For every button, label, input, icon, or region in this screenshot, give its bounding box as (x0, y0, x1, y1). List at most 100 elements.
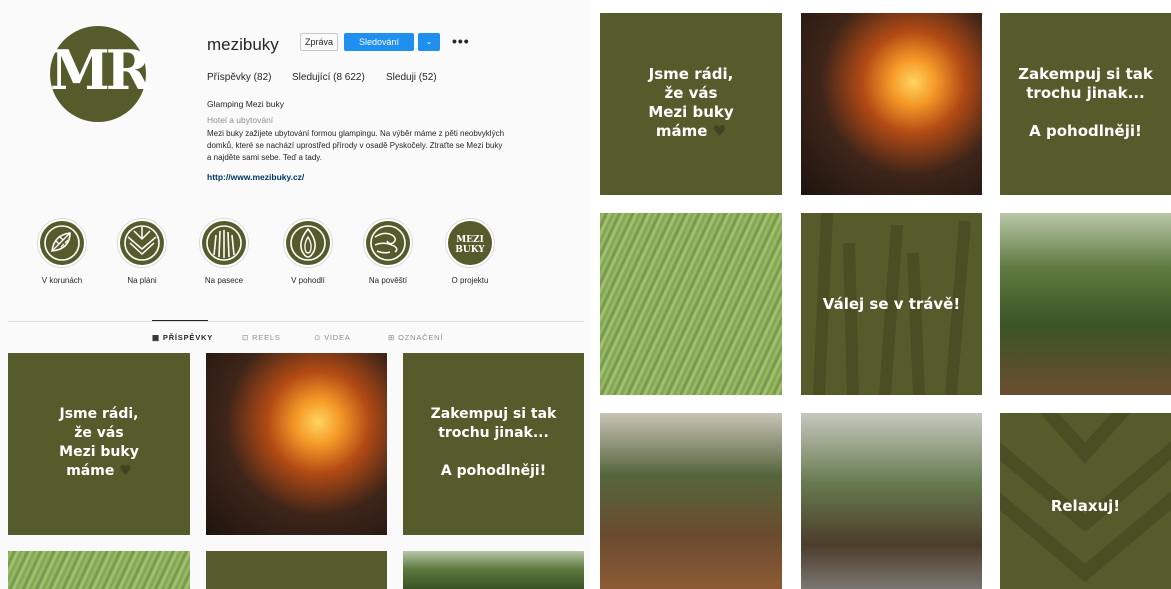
profile-screenshot-panel: MR mezibuky Zpráva Sledování ⌄ ••• Přísp… (0, 0, 590, 589)
caption-line: Mezi buky (59, 444, 139, 460)
tab-posts[interactable]: ▦ PŘÍSPĚVKY (152, 333, 213, 342)
avatar-monogram: MR (50, 38, 151, 102)
highlight-ring (363, 218, 413, 268)
tab-label: REELS (252, 333, 281, 342)
tab-label: VIDEA (324, 333, 351, 342)
highlight-ring (283, 218, 333, 268)
bio-line: domků, které se nachází uprostřed přírod… (207, 141, 503, 150)
highlight-o-projektu[interactable]: MEZI BUKY O projektu (430, 218, 510, 285)
caption-line: Zakempuj si tak (430, 406, 557, 422)
highlight-ring (117, 218, 167, 268)
post-campfire-photo-large[interactable] (801, 13, 982, 195)
caption-line: Mezi buky (648, 103, 734, 121)
post-caption: Zakempuj si tak trochu jinak... A pohodl… (1000, 65, 1171, 141)
followers-count[interactable]: Sledující (8 622) (292, 72, 365, 83)
highlight-label: O projektu (451, 276, 489, 285)
highlight-na-povestri[interactable]: Na pověští (348, 218, 428, 285)
bio-website-link[interactable]: http://www.mezibuky.cz/ (207, 172, 304, 182)
caption-line: trochu jinak... (438, 425, 549, 441)
tabs-divider (8, 321, 584, 322)
caption-line: trochu jinak... (1026, 84, 1145, 102)
highlight-v-korunach[interactable]: V korunách (22, 218, 102, 285)
tab-reels[interactable]: ⊡ REELS (242, 333, 281, 342)
bio-line: a najděte sami sebe. Teď a tady. (207, 153, 322, 162)
grid-icon: ▦ (152, 333, 160, 342)
tab-label: OZNAČENÍ (398, 333, 444, 342)
caption-line: že vás (664, 84, 718, 102)
tag-icon: ⊞ (388, 333, 396, 342)
chevron-pattern-icon (120, 221, 164, 265)
post-caption: Zakempuj si tak trochu jinak... A pohodl… (403, 405, 584, 481)
post-welcome[interactable]: Jsme rádi, že vás Mezi buky máme ♥ (8, 353, 190, 535)
posts-count: Příspěvky (82) (207, 72, 272, 83)
heart-icon: ♥ (119, 463, 132, 479)
post-welcome-large[interactable]: Jsme rádi, že vás Mezi buky máme ♥ (600, 13, 782, 195)
post-camp-differently-large[interactable]: Zakempuj si tak trochu jinak... A pohodl… (1000, 13, 1171, 195)
profile-avatar[interactable]: MR (50, 26, 151, 122)
post-campfire-photo[interactable] (206, 353, 387, 535)
leaf-icon (40, 221, 84, 265)
following-count[interactable]: Sleduji (52) (386, 72, 437, 83)
caption-word: máme (655, 122, 708, 140)
bio-description: Mezi buky zažijete ubytování formou glam… (207, 128, 557, 164)
highlight-label: Na pláni (127, 276, 157, 285)
post-caption: Jsme rádi, že vás Mezi buky máme ♥ (600, 65, 782, 141)
reels-icon: ⊡ (242, 333, 250, 342)
post-grass-photo[interactable] (8, 551, 190, 589)
highlight-na-pasece[interactable]: Na pasece (184, 218, 264, 285)
bio-display-name: Glamping Mezi buky (207, 99, 285, 109)
tab-label: PŘÍSPĚVKY (162, 333, 214, 342)
mezi-buky-logo: MEZI BUKY (448, 221, 492, 265)
logo-line-2: BUKY (455, 245, 485, 255)
following-button[interactable]: Sledování (344, 33, 414, 51)
active-tab-indicator (152, 320, 208, 321)
more-options-icon[interactable]: ••• (452, 33, 470, 49)
tab-videos[interactable]: ⊙ VIDEA (314, 333, 351, 342)
flame-icon (286, 221, 330, 265)
caption-line: máme ♥ (8, 462, 190, 481)
message-button[interactable]: Zpráva (300, 33, 338, 51)
highlight-ring (37, 218, 87, 268)
post-caption: Válej se v trávě! (822, 295, 961, 313)
post-grass-graphic-large[interactable]: Válej se v trávě! (801, 213, 982, 395)
highlight-label: V pohodlí (291, 276, 325, 285)
caption-line: že vás (74, 425, 124, 441)
post-forest-photo[interactable] (403, 551, 584, 589)
grass-icon (202, 221, 246, 265)
post-caption: Jsme rádi, že vás Mezi buky máme ♥ (8, 405, 190, 481)
profile-username: mezibuky (207, 35, 279, 54)
caption-line: A pohodlněji! (1029, 122, 1142, 140)
chevron-down-icon: ⌄ (425, 37, 433, 46)
post-tipi-photo[interactable] (801, 413, 982, 589)
post-camp-differently[interactable]: Zakempuj si tak trochu jinak... A pohodl… (403, 353, 584, 535)
post-tent-forest-photo[interactable] (1000, 213, 1171, 395)
bio-category: Hotel a ubytování (207, 115, 274, 125)
post-grid-enlarged: Jsme rádi, že vás Mezi buky máme ♥ Zakem… (590, 0, 1171, 589)
post-relax[interactable]: Relaxuj! (1000, 413, 1171, 589)
caption-line: A pohodlněji! (440, 463, 547, 479)
logo-line-1: MEZI (456, 235, 484, 245)
highlight-label: Na pověští (368, 276, 408, 285)
suggestions-dropdown-button[interactable]: ⌄ (418, 33, 440, 51)
caption-line: Jsme rádi, (59, 406, 139, 422)
highlight-ring: MEZI BUKY (445, 218, 495, 268)
post-caption: Relaxuj! (1050, 497, 1121, 515)
wind-swirl-icon (366, 221, 410, 265)
heart-icon: ♥ (712, 122, 727, 140)
bio-line: Mezi buky zažijete ubytování formou glam… (207, 129, 505, 138)
post-hottub-photo[interactable] (600, 413, 782, 589)
post-grass-photo-large[interactable] (600, 213, 782, 395)
highlight-label: V korunách (41, 276, 83, 285)
highlight-v-pohodli[interactable]: V pohodlí (268, 218, 348, 285)
caption-line: máme ♥ (600, 122, 782, 141)
video-icon: ⊙ (314, 333, 322, 342)
caption-line: Zakempuj si tak (1018, 65, 1153, 83)
post-grass-graphic[interactable] (206, 551, 387, 589)
highlight-na-plani[interactable]: Na pláni (102, 218, 182, 285)
tab-tagged[interactable]: ⊞ OZNAČENÍ (388, 333, 443, 342)
caption-word: máme (66, 463, 115, 479)
highlight-label: Na pasece (204, 276, 244, 285)
caption-line: Jsme rádi, (648, 65, 734, 83)
